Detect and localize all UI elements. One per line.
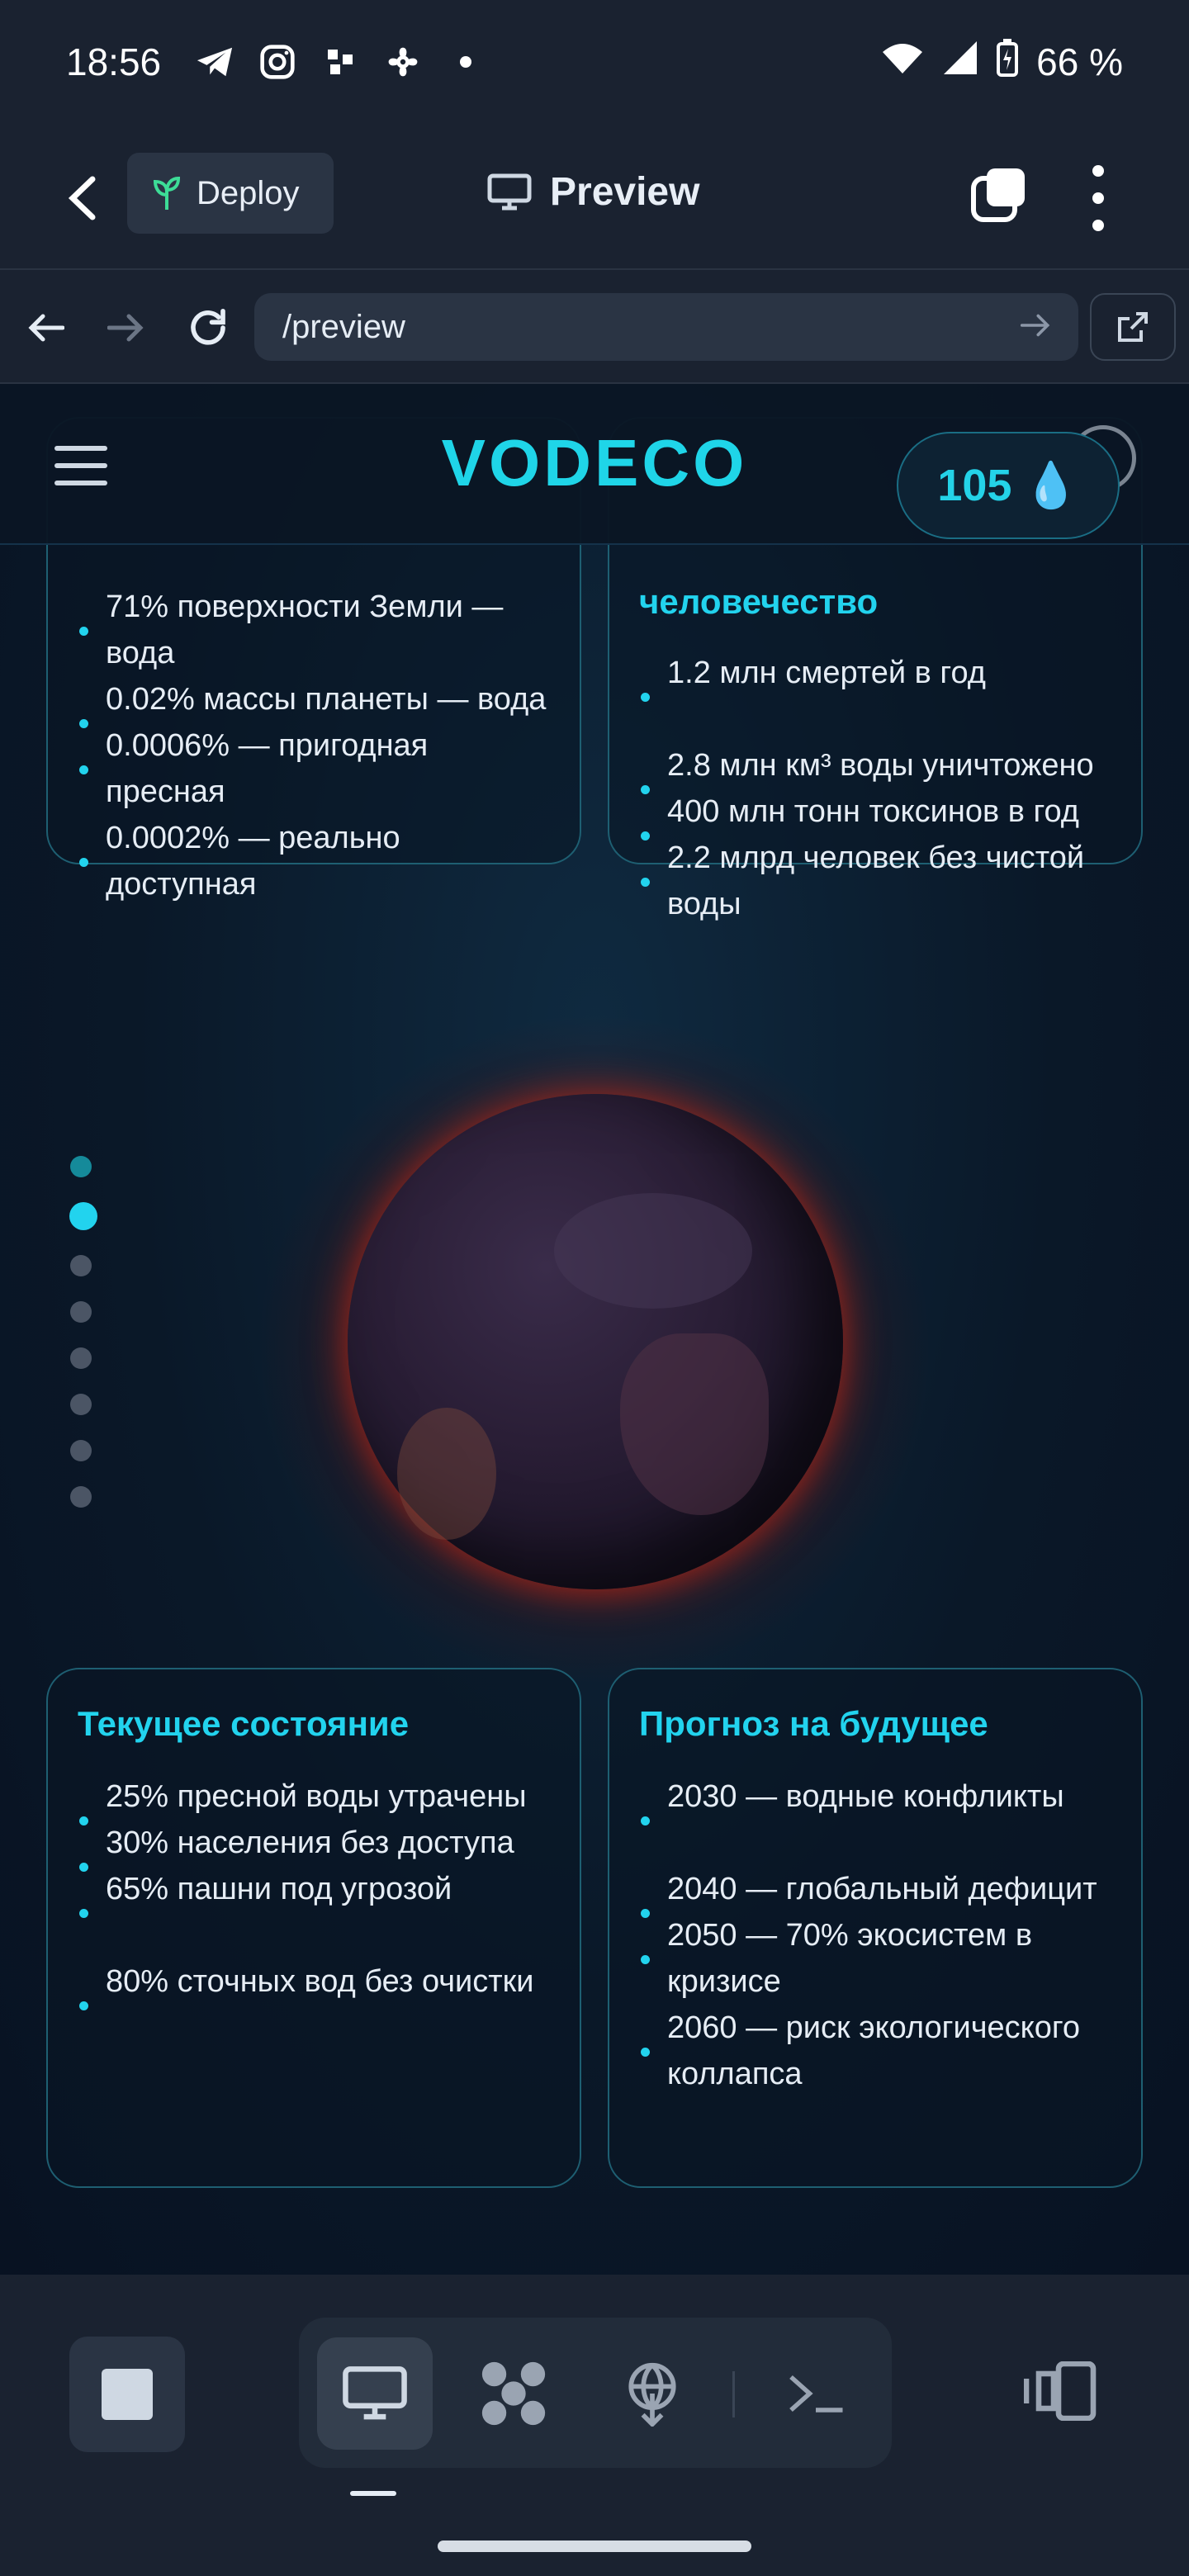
back-icon [68, 176, 96, 220]
status-time: 18:56 [66, 40, 162, 83]
list-item: 25% пресной воды утрачены [78, 1773, 555, 1825]
nav-forward-button[interactable] [101, 303, 150, 353]
list-item: 2030 — водные конфликты [639, 1773, 1116, 1825]
list-item: 400 млн тонн токсинов в год [639, 788, 1116, 841]
deploy-icon [628, 2362, 676, 2427]
arrow-left-icon [28, 314, 64, 342]
deploy-label: Deploy [197, 174, 300, 211]
preview-title: Preview [487, 169, 699, 215]
instagram-icon [257, 41, 298, 83]
status-bar: 18:56 66 % [0, 0, 1189, 124]
page-title: Preview [550, 170, 700, 214]
pager-dot[interactable] [70, 1347, 92, 1369]
tabs-icon [971, 168, 1025, 222]
url-text: /preview [282, 308, 405, 345]
list-item: 2.8 млн км³ воды уничтожено [639, 742, 1116, 794]
list-item: 2.2 млрд человек без чистой воды [639, 835, 1116, 927]
list-item: 0.0006% — пригодная пресная [78, 722, 555, 815]
card-title: человечество [639, 582, 879, 621]
pager-dot[interactable] [70, 1255, 92, 1276]
card-title: Прогноз на будущее [639, 1704, 988, 1743]
open-external-button[interactable] [1090, 293, 1176, 361]
arrow-right-icon [107, 314, 144, 342]
list-item: 0.02% массы планеты — вода [78, 676, 555, 728]
monitor-icon [487, 173, 532, 210]
stop-icon [102, 2369, 153, 2420]
url-bar: /preview [0, 268, 1189, 384]
drops-count: 105 [937, 461, 1012, 510]
site-preview: VODECO 105 💧 71% поверхности Земли — вод… [0, 384, 1189, 2275]
pager-dot[interactable] [70, 1301, 92, 1323]
current-state-list: 25% пресной воды утрачены 30% населения … [78, 1773, 555, 2010]
site-header: VODECO 105 💧 [0, 384, 1189, 545]
wifi-icon [881, 40, 924, 84]
url-input[interactable]: /preview [254, 293, 1078, 361]
mode-switcher [299, 2318, 892, 2468]
reload-button[interactable] [183, 303, 233, 353]
list-item: 2050 — 70% экосистем в кризисе [639, 1912, 1116, 2005]
deploy-button[interactable]: Deploy [127, 153, 334, 234]
card-title: Текущее состояние [78, 1704, 410, 1743]
list-item: 1.2 млн смертей в год [639, 650, 1116, 702]
active-mode-indicator [350, 2491, 396, 2496]
tabs-button[interactable] [970, 165, 1028, 223]
list-item: 65% пашни под угрозой [78, 1866, 555, 1918]
stop-button[interactable] [69, 2337, 185, 2452]
more-button[interactable] [1082, 165, 1115, 231]
pinwheel-icon [382, 41, 424, 83]
grid-icon [481, 2361, 546, 2426]
water-facts-list: 71% поверхности Земли — вода 0.02% массы… [78, 584, 555, 907]
card-forecast: Прогноз на будущее 2030 — водные конфлик… [608, 1668, 1143, 2188]
devices-icon [1023, 2361, 1097, 2422]
card-current-state: Текущее состояние 25% пресной воды утрач… [46, 1668, 581, 2188]
telegram-icon [194, 41, 235, 83]
dot-icon [445, 41, 486, 83]
canvas-mode-button[interactable] [456, 2337, 571, 2450]
reload-icon [191, 308, 225, 345]
list-item: 2060 — риск экологического коллапса [639, 2005, 1116, 2097]
home-gesture-bar[interactable] [438, 2540, 751, 2552]
pager-dot-active[interactable] [69, 1202, 97, 1230]
devices-button[interactable] [1023, 2361, 1106, 2427]
terminal-mode-button[interactable] [758, 2337, 874, 2450]
pager-dot[interactable] [70, 1486, 92, 1508]
nav-back-button[interactable] [21, 303, 71, 353]
more-icon [1092, 165, 1104, 177]
signal-icon [942, 40, 978, 85]
drops-counter[interactable]: 105 💧 [897, 432, 1120, 539]
humanity-list: 1.2 млн смертей в год 2.8 млн км³ воды у… [639, 650, 1116, 927]
drop-icon: 💧 [1023, 460, 1079, 510]
preview-mode-button[interactable] [317, 2337, 433, 2450]
list-item: 80% сточных вод без очистки [78, 1958, 555, 2010]
app-icon [320, 41, 361, 83]
battery-icon [997, 38, 1019, 86]
bottom-toolbar [0, 2275, 1189, 2576]
pager-dot[interactable] [70, 1394, 92, 1415]
terminal-icon [789, 2375, 843, 2413]
open-external-icon [1118, 312, 1148, 342]
app-bar: Deploy Preview [0, 124, 1189, 268]
back-button[interactable] [50, 165, 116, 231]
forecast-list: 2030 — водные конфликты 2040 — глобальны… [639, 1773, 1116, 2097]
sprout-icon [153, 176, 181, 210]
pager-dot[interactable] [70, 1440, 92, 1461]
go-arrow-icon[interactable] [1020, 309, 1050, 346]
section-pager [69, 1156, 97, 1532]
deploy-mode-button[interactable] [594, 2337, 710, 2450]
pager-dot[interactable] [70, 1156, 92, 1177]
list-item: 71% поверхности Земли — вода [78, 584, 555, 676]
monitor-icon [343, 2366, 407, 2420]
list-item: 30% населения без доступа [78, 1820, 555, 1872]
list-item: 2040 — глобальный дефицит [639, 1866, 1116, 1918]
battery-percent: 66 % [1036, 40, 1123, 83]
list-item: 0.0002% — реально доступная [78, 815, 555, 907]
earth-globe [348, 1094, 843, 1589]
